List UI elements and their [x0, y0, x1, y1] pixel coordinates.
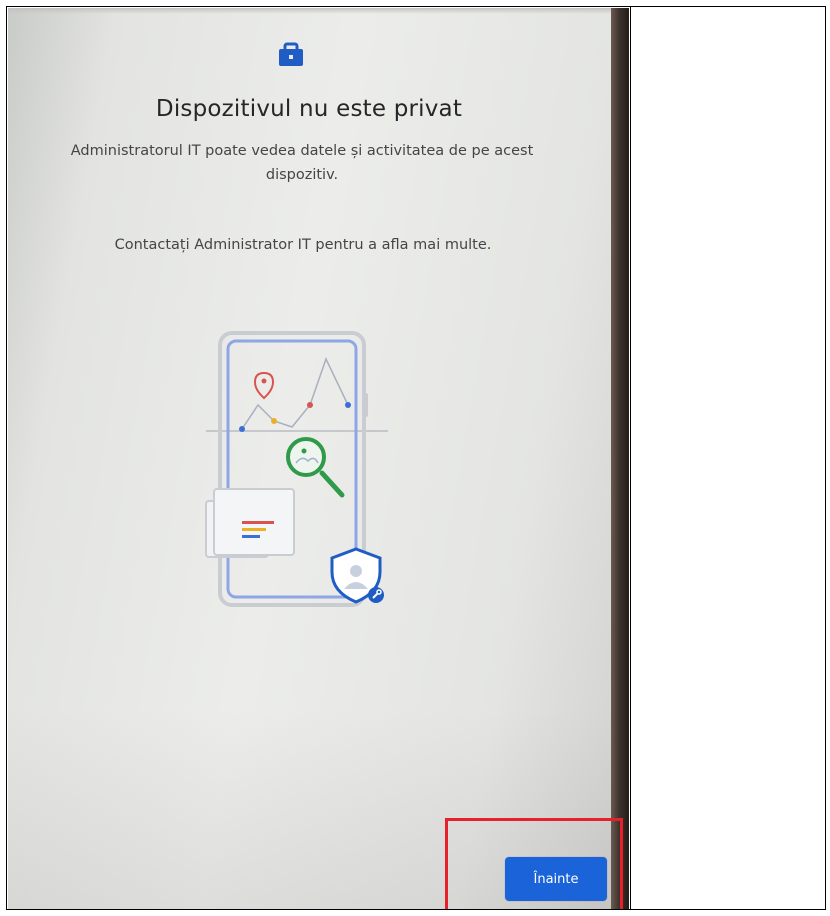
page-title: Dispozitivul nu este privat	[155, 96, 463, 122]
phone-monitoring-illustration	[205, 331, 388, 607]
column-divider	[630, 7, 631, 909]
device-right-edge	[611, 8, 629, 909]
work-briefcase-icon	[279, 42, 303, 66]
contact-admin-text: Contactați Administrator IT pentru a afl…	[114, 237, 492, 253]
privacy-description: Administratorul IT poate vedea datele și…	[12, 139, 592, 187]
device-top-edge	[8, 8, 629, 14]
shield-user-icon	[330, 547, 384, 604]
screenshot-frame: Dispozitivul nu este privat Administrato…	[6, 6, 826, 910]
description-line-1: Administratorul IT poate vedea datele și…	[70, 143, 534, 159]
device-screen: Dispozitivul nu este privat Administrato…	[8, 8, 629, 909]
magnifier-icon	[286, 437, 345, 498]
description-line-2: dispozitiv.	[265, 167, 339, 183]
next-button[interactable]: Înainte	[505, 857, 607, 901]
